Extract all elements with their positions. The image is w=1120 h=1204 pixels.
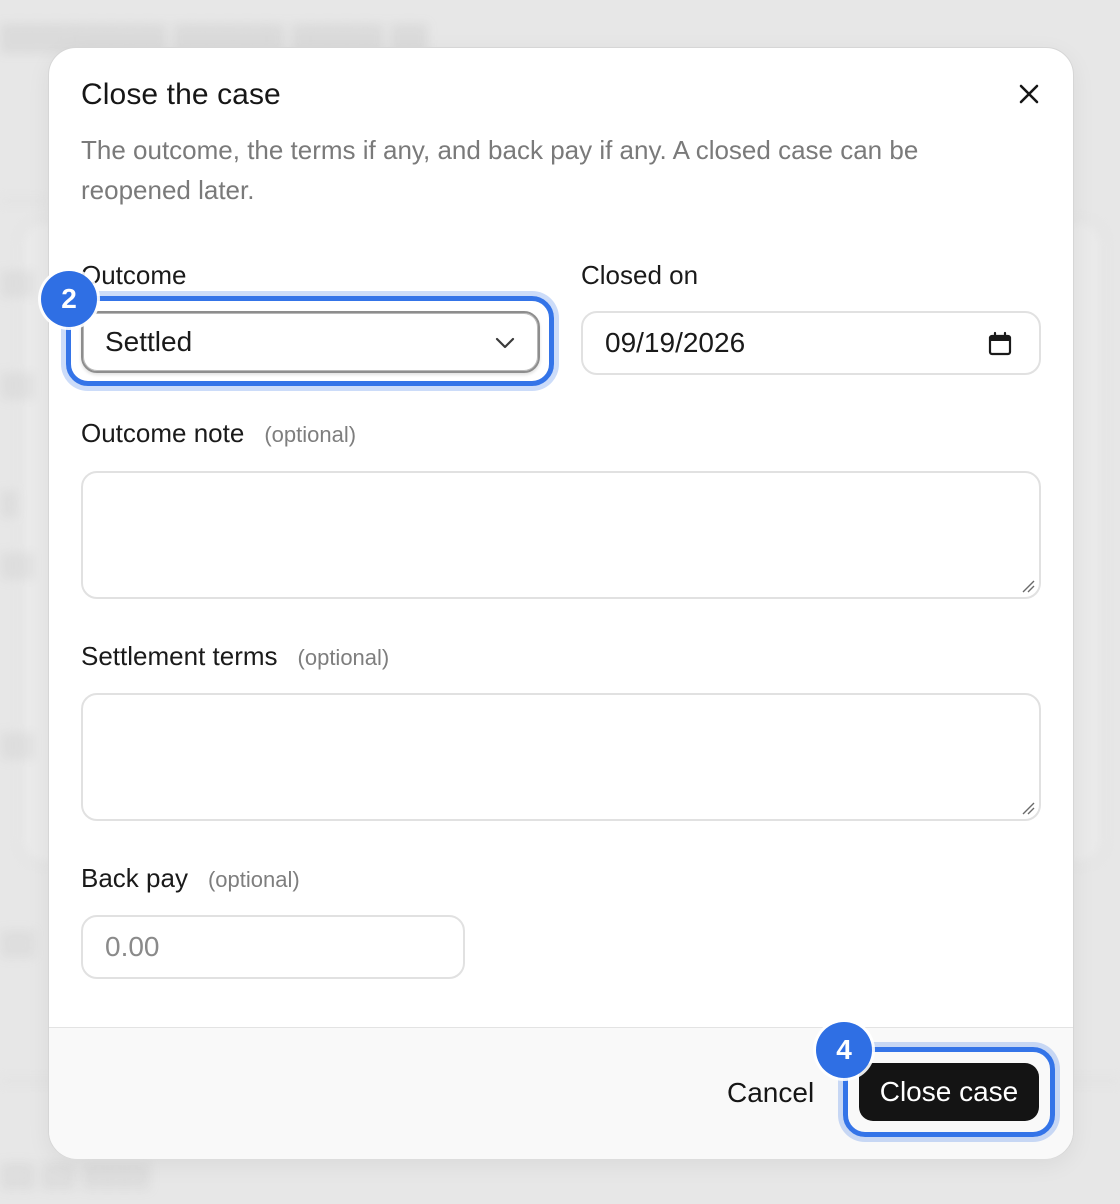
resize-grip-icon[interactable] xyxy=(1019,577,1035,593)
back-pay-placeholder: 0.00 xyxy=(105,931,160,962)
back-pay-input[interactable]: 0.00 xyxy=(81,915,465,979)
outcome-note-label-text: Outcome note xyxy=(81,418,245,448)
settlement-terms-optional-hint: (optional) xyxy=(297,645,390,670)
close-icon xyxy=(1019,84,1039,104)
background-divider xyxy=(0,200,48,202)
settlement-terms-label: Settlement terms (optional) xyxy=(81,641,389,672)
background-text: ░ xyxy=(0,490,18,517)
outcome-label: Outcome xyxy=(81,260,187,291)
dialog-description: The outcome, the terms if any, and back … xyxy=(81,135,919,205)
closed-on-label: Closed on xyxy=(581,260,698,291)
calendar-icon[interactable] xyxy=(987,331,1013,357)
settlement-terms-label-text: Settlement terms xyxy=(81,641,278,671)
back-pay-label-text: Back pay xyxy=(81,863,188,893)
step-marker-submit: 4 xyxy=(816,1022,872,1078)
settlement-terms-textarea[interactable] xyxy=(81,693,1041,821)
outcome-note-label: Outcome note (optional) xyxy=(81,418,356,449)
close-case-dialog: Close the case The outcome, the terms if… xyxy=(41,47,1074,1159)
closed-on-label-text: Closed on xyxy=(581,260,699,290)
background-text: ░░ xyxy=(0,930,35,957)
resize-grip-icon[interactable] xyxy=(1019,799,1035,815)
background-text: ░░ xyxy=(0,732,35,759)
outcome-select-value: Settled xyxy=(105,326,193,357)
outcome-label-text: Outcome xyxy=(81,260,187,290)
back-pay-optional-hint: (optional) xyxy=(207,867,300,892)
outcome-note-optional-hint: (optional) xyxy=(264,422,357,447)
close-dialog-button[interactable] xyxy=(1013,78,1045,110)
background-text: ░░ xyxy=(0,270,35,297)
background-text: ░░ xyxy=(0,372,35,399)
background-text: ░░ xyxy=(0,552,35,579)
background-footer-text: ░░ ░░ ░░░░ xyxy=(0,1162,150,1189)
dialog-title: Close the case xyxy=(81,78,281,111)
closed-on-value: 09/19/2026 xyxy=(605,327,746,358)
step-marker-outcome: 2 xyxy=(41,271,97,327)
close-case-button[interactable]: Close case xyxy=(859,1063,1039,1121)
cancel-button[interactable]: Cancel xyxy=(721,1065,820,1121)
back-pay-label: Back pay (optional) xyxy=(81,863,300,894)
closed-on-date-input[interactable]: 09/19/2026 xyxy=(581,311,1041,375)
chevron-down-icon xyxy=(495,337,515,349)
outcome-select[interactable]: Settled xyxy=(81,311,540,373)
outcome-note-textarea[interactable] xyxy=(81,471,1041,599)
